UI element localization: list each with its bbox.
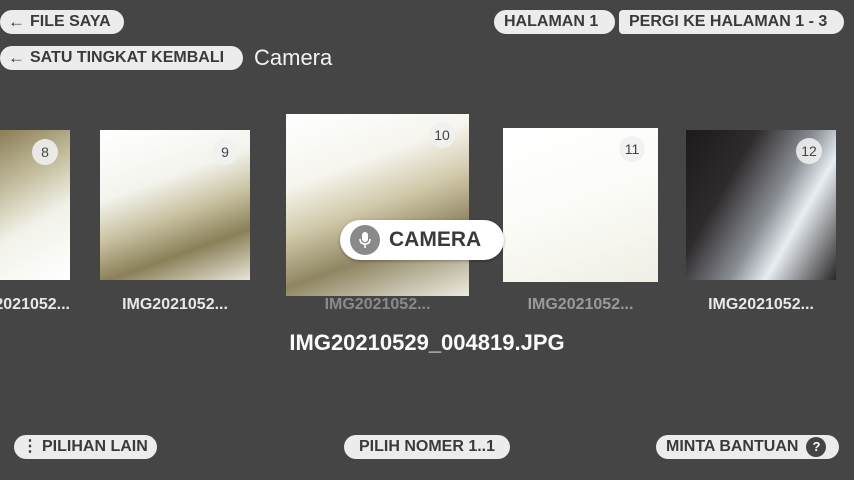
- more-vertical-icon: ⋮: [22, 438, 38, 455]
- thumbnail-caption: IMG2021052...: [0, 296, 70, 313]
- page-indicator-label: HALAMAN 1: [504, 13, 599, 30]
- pick-number-label: PILIH NOMER 1..1: [358, 438, 496, 455]
- microphone-icon: [350, 225, 380, 255]
- thumbnail-11[interactable]: 11: [503, 128, 658, 282]
- thumbnail-12[interactable]: 12: [686, 130, 836, 280]
- thumbnail-caption: IMG2021052...: [708, 296, 814, 313]
- more-options-button[interactable]: ⋮ PILIHAN LAIN: [14, 435, 157, 459]
- thumbnail-number-badge: 8: [32, 139, 58, 165]
- voice-command-label: CAMERA: [389, 228, 482, 251]
- thumbnail-caption: IMG2021052...: [527, 296, 634, 313]
- arrow-left-icon: ←: [8, 48, 25, 67]
- thumbnail-10-selected[interactable]: 10: [286, 114, 469, 296]
- selected-file-name: IMG20210529_004819.JPG: [289, 330, 565, 355]
- up-one-level-label: SATU TINGKAT KEMBALI: [30, 49, 225, 66]
- more-options-label: PILIHAN LAIN: [42, 438, 148, 455]
- thumbnail-number-badge: 9: [212, 139, 238, 165]
- thumbnail-number-badge: 12: [796, 138, 822, 164]
- goto-page-label: PERGI KE HALAMAN 1 - 3: [629, 13, 828, 30]
- goto-page-button[interactable]: PERGI KE HALAMAN 1 - 3: [619, 10, 844, 34]
- page-indicator-button[interactable]: HALAMAN 1: [494, 10, 615, 34]
- help-label: MINTA BANTUAN: [666, 438, 799, 455]
- voice-command-hint: CAMERA: [340, 220, 504, 260]
- arrow-left-icon: ←: [8, 12, 25, 31]
- thumbnail-caption: IMG2021052...: [324, 296, 431, 313]
- pick-number-button[interactable]: PILIH NOMER 1..1: [344, 435, 510, 459]
- up-one-level-button[interactable]: ← SATU TINGKAT KEMBALI: [0, 46, 243, 70]
- folder-title: Camera: [254, 45, 333, 70]
- thumbnail-number-badge: 10: [429, 122, 455, 148]
- thumbnail-8[interactable]: 8: [0, 130, 70, 280]
- question-icon: ?: [806, 437, 827, 457]
- my-files-button[interactable]: ← FILE SAYA: [0, 10, 124, 34]
- thumbnail-caption: IMG2021052...: [122, 296, 228, 313]
- thumbnail-9[interactable]: 9: [100, 130, 250, 280]
- help-button[interactable]: MINTA BANTUAN ?: [656, 435, 839, 459]
- thumbnail-number-badge: 11: [619, 136, 645, 162]
- my-files-label: FILE SAYA: [30, 13, 111, 30]
